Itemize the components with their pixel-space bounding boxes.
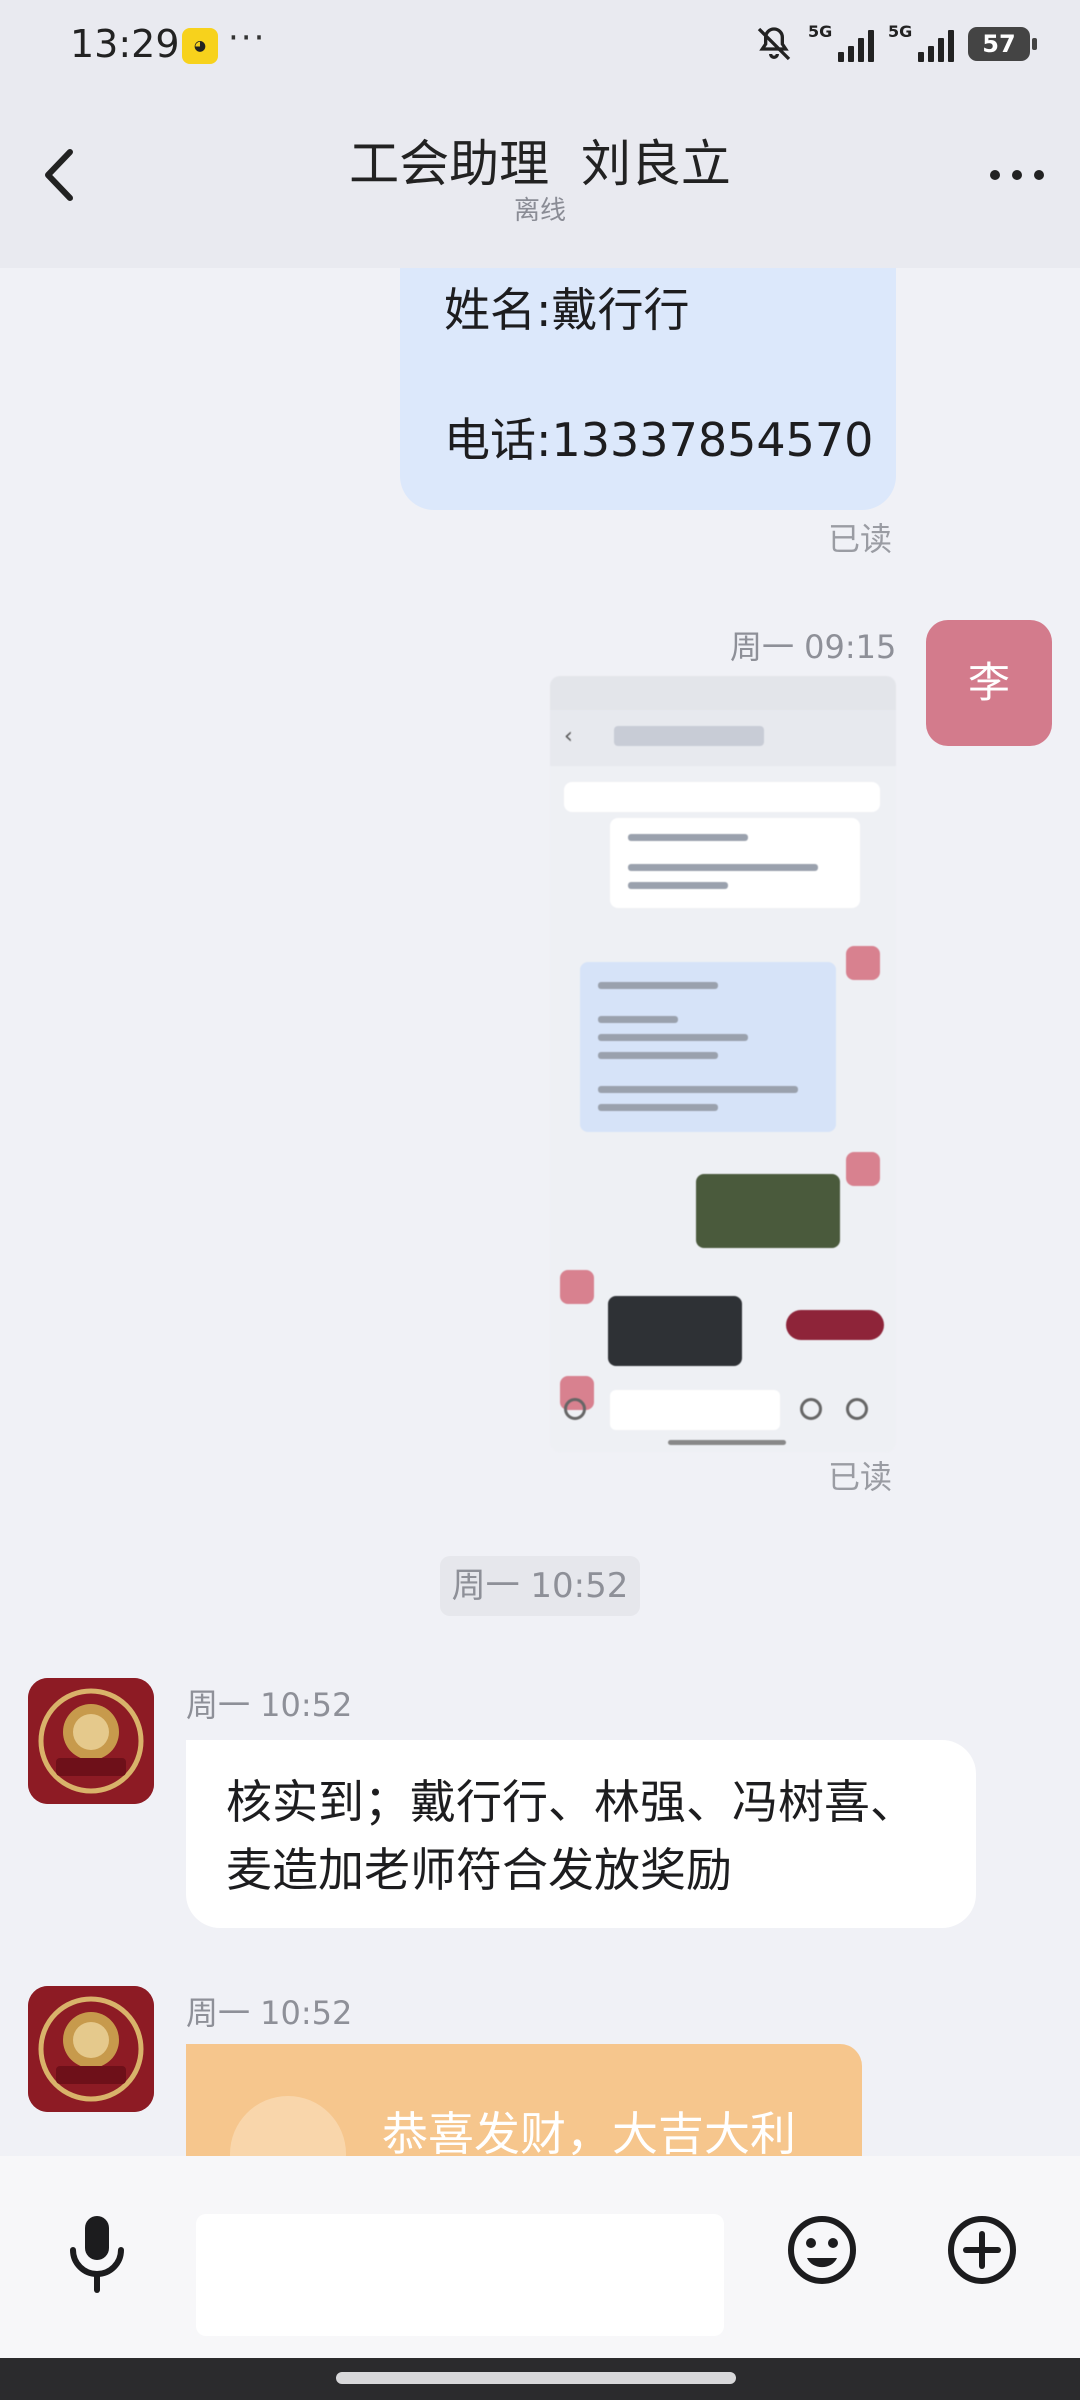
message-text: 电话:13337854570 bbox=[444, 413, 874, 467]
avatar[interactable] bbox=[28, 1678, 154, 1804]
message-time: 周一 10:52 bbox=[186, 1686, 353, 1724]
gift-icon bbox=[230, 2096, 346, 2156]
union-seal-icon bbox=[28, 1986, 154, 2112]
message-time: 周一 10:52 bbox=[186, 1994, 353, 2032]
red-packet-text: 恭喜发财，大吉大利 bbox=[382, 2107, 796, 2156]
message-input[interactable] bbox=[196, 2214, 724, 2336]
red-packet-message[interactable]: 恭喜发财，大吉大利 bbox=[186, 2044, 862, 2156]
app-notification-icon: ◕ bbox=[182, 28, 218, 64]
system-nav-bar bbox=[0, 2358, 1080, 2400]
time-divider: 周一 10:52 bbox=[440, 1556, 640, 1616]
message-text: 姓名:戴行行 bbox=[444, 283, 690, 337]
emoji-icon[interactable] bbox=[786, 2214, 858, 2286]
read-status: 已读 bbox=[828, 520, 893, 558]
plus-circle-icon[interactable] bbox=[946, 2214, 1018, 2286]
signal-icon: 5G bbox=[808, 22, 874, 62]
signal-label: 5G bbox=[808, 22, 833, 41]
battery-icon: 57 bbox=[968, 27, 1037, 61]
home-gesture-handle[interactable] bbox=[336, 2372, 736, 2384]
message-bubble-self[interactable]: 姓名:戴行行 电话:13337854570 bbox=[400, 268, 896, 510]
signal-label: 5G bbox=[888, 22, 913, 41]
top-bar: 13:29 ◕ ··· 5G 5G 57 工会助理 刘良立 离线 bbox=[0, 0, 1080, 268]
status-time: 13:29 bbox=[70, 22, 180, 66]
status-more-dots: ··· bbox=[228, 18, 267, 58]
read-status: 已读 bbox=[828, 1458, 893, 1496]
message-bubble-other[interactable]: 核实到；戴行行、林强、冯树喜、麦造加老师符合发放奖励 bbox=[186, 1740, 976, 1928]
status-icons: 5G 5G 57 bbox=[754, 22, 1037, 64]
contact-status: 离线 bbox=[513, 196, 566, 226]
avatar[interactable]: 李 bbox=[926, 620, 1052, 746]
chat-title: 工会助理 刘良立 bbox=[349, 135, 731, 193]
bell-off-icon bbox=[757, 27, 791, 61]
avatar[interactable] bbox=[28, 1986, 154, 2112]
union-seal-icon bbox=[28, 1678, 154, 1804]
more-horizontal-icon[interactable] bbox=[984, 150, 1050, 200]
chat-area[interactable]: 姓名:戴行行 电话:13337854570 已读 周一 09:15 李 ‹ 已读 bbox=[0, 268, 1080, 2156]
image-message[interactable]: ‹ bbox=[550, 676, 896, 1452]
microphone-icon[interactable] bbox=[64, 2212, 130, 2294]
message-time: 周一 09:15 bbox=[730, 628, 897, 666]
signal-icon: 5G bbox=[888, 22, 954, 62]
input-bar bbox=[0, 2156, 1080, 2358]
